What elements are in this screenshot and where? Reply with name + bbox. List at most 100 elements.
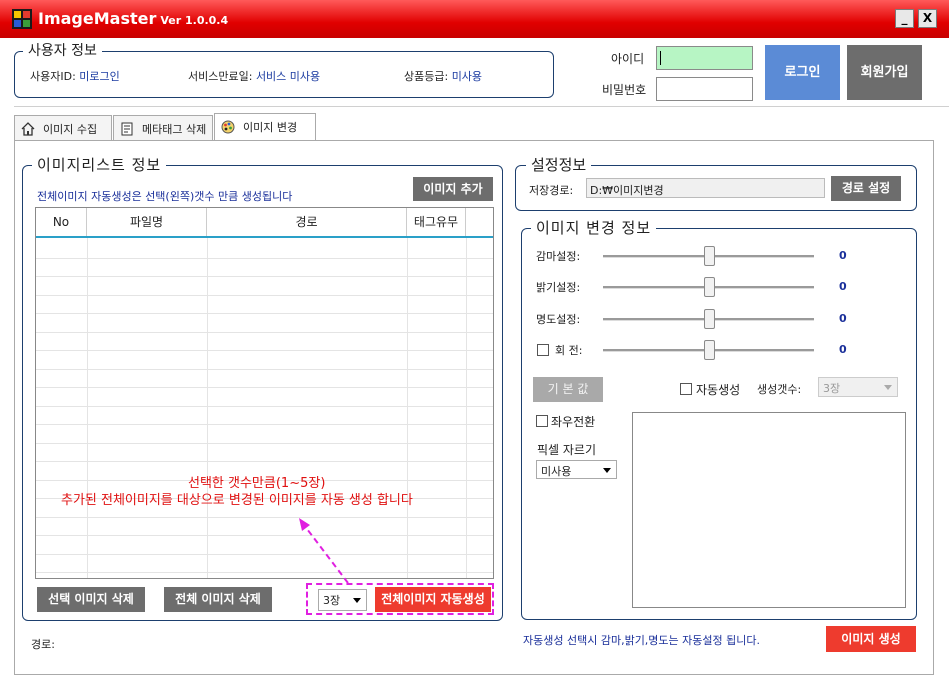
table-row[interactable] [36,518,493,536]
pixel-crop-label: 픽셀 자르기 [537,443,597,457]
window-title: ImageMaster Ver 1.0.0.4 [38,9,228,28]
add-image-button[interactable]: 이미지 추가 [413,177,493,201]
set-path-button[interactable]: 경로 설정 [831,176,901,201]
save-path-label: 저장경로: [529,184,574,197]
table-row[interactable] [36,333,493,351]
tab-image-change[interactable]: 이미지 변경 [214,113,316,141]
mirror-checkbox[interactable] [536,415,548,427]
user-id-value: 미로그인 [79,70,120,83]
generate-image-button[interactable]: 이미지 생성 [826,626,916,652]
gen-count-select[interactable]: 3장 [818,377,898,397]
service-expiry-row: 서비스만료일: 서비스 미사용 [188,68,320,84]
service-expiry-label: 서비스만료일: [188,70,253,83]
chevron-down-icon [884,385,892,390]
slider-value: 0 [839,249,847,262]
table-row[interactable] [36,370,493,388]
mirror-label: 좌우전환 [551,415,596,429]
minimize-button[interactable]: _ [895,9,914,28]
settings-legend: 설정정보 [526,157,592,173]
image-list-note: 전체이미지 자동생성은 선택(왼쪽)갯수 만큼 생성됩니다 [37,190,293,203]
slider-label: 밝기설정: [536,281,581,294]
home-icon [21,122,35,136]
app-name: ImageMaster [38,9,157,28]
product-grade-row: 상품등급: 미사용 [404,68,482,84]
slider-value: 0 [839,312,847,325]
table-row[interactable] [36,259,493,277]
table-row[interactable] [36,351,493,370]
table-row[interactable] [36,388,493,407]
column-divider [466,238,467,578]
table-row[interactable] [36,314,493,333]
image-preview-box [632,412,906,608]
column-header-filename[interactable]: 파일명 [87,208,207,236]
slider-thumb[interactable] [703,277,715,297]
close-button[interactable]: X [918,9,937,28]
product-grade-value: 미사용 [451,70,483,83]
table-row[interactable] [36,240,493,259]
user-info-legend: 사용자 정보 [23,43,102,59]
user-id-label: 사용자ID: [30,70,76,83]
table-row[interactable] [36,536,493,555]
app-logo-icon [12,9,32,29]
count-select[interactable]: 3장 [318,589,367,611]
header-divider [14,106,949,107]
arrow-annotation-icon [299,518,349,584]
pixel-crop-value: 미사용 [541,465,572,478]
table-row[interactable] [36,407,493,425]
palette-icon [221,120,235,134]
auto-generate-checkbox[interactable] [680,383,692,395]
default-values-button[interactable]: 기 본 값 [533,377,603,402]
app-version: Ver 1.0.0.4 [160,14,229,27]
document-icon [121,122,133,136]
id-label: 아이디 [611,52,645,66]
password-label: 비밀번호 [602,83,647,97]
tab-metatag-delete[interactable]: 메타태그 삭제 [113,115,213,140]
column-header-tag[interactable]: 태그유무 [407,208,466,236]
product-grade-label: 상품등급: [404,70,449,83]
text-cursor [660,51,661,65]
column-divider [407,238,408,578]
pixel-crop-select[interactable]: 미사용 [536,460,617,479]
image-table[interactable]: No 파일명 경로 태그유무 [35,207,494,579]
slider-label: 감마설정: [536,250,581,263]
tab-label: 메타태그 삭제 [142,123,207,136]
column-divider [207,238,208,578]
column-header-no[interactable]: No [36,208,87,236]
slider-thumb[interactable] [703,340,715,360]
table-row[interactable] [36,277,493,296]
table-row[interactable] [36,444,493,462]
auto-generate-all-button[interactable]: 전체이미지 자동생성 [375,587,491,612]
path-label: 경로: [31,638,55,651]
slider-thumb[interactable] [703,309,715,329]
footer-note: 자동생성 선택시 감마,밝기,명도는 자동설정 됩니다. [523,634,760,647]
chevron-down-icon [353,598,361,603]
chevron-down-icon [603,468,611,473]
slider-value: 0 [839,280,847,293]
login-button[interactable]: 로그인 [765,45,840,100]
auto-generate-label: 자동생성 [696,383,741,397]
overlay-note-line2: 추가된 전체이미지를 대상으로 변경된 이미지를 자동 생성 합니다 [61,493,413,508]
slider-label: 회 전: [555,344,583,357]
slider-thumb[interactable] [703,246,715,266]
save-path-field[interactable]: D:₩이미지변경 [586,178,825,198]
signup-button[interactable]: 회원가입 [847,45,922,100]
id-input[interactable] [656,46,753,70]
password-input[interactable] [656,77,753,101]
user-id-row: 사용자ID: 미로그인 [30,68,120,84]
count-select-value: 3장 [323,594,341,607]
table-row[interactable] [36,425,493,444]
slider-label: 명도설정: [536,313,581,326]
tab-label: 이미지 변경 [243,121,298,134]
rotate-checkbox[interactable] [537,344,549,356]
column-header-path[interactable]: 경로 [207,208,407,236]
delete-selected-button[interactable]: 선택 이미지 삭제 [37,587,145,612]
service-expiry-value: 서비스 미사용 [255,70,321,83]
gen-count-value: 3장 [823,382,841,395]
delete-all-button[interactable]: 전체 이미지 삭제 [164,587,272,612]
table-row[interactable] [36,296,493,314]
column-divider [87,238,88,578]
table-row[interactable] [36,555,493,573]
image-list-legend: 이미지리스트 정보 [32,157,167,173]
tab-label: 이미지 수집 [43,123,98,136]
tab-image-collect[interactable]: 이미지 수집 [14,115,112,140]
